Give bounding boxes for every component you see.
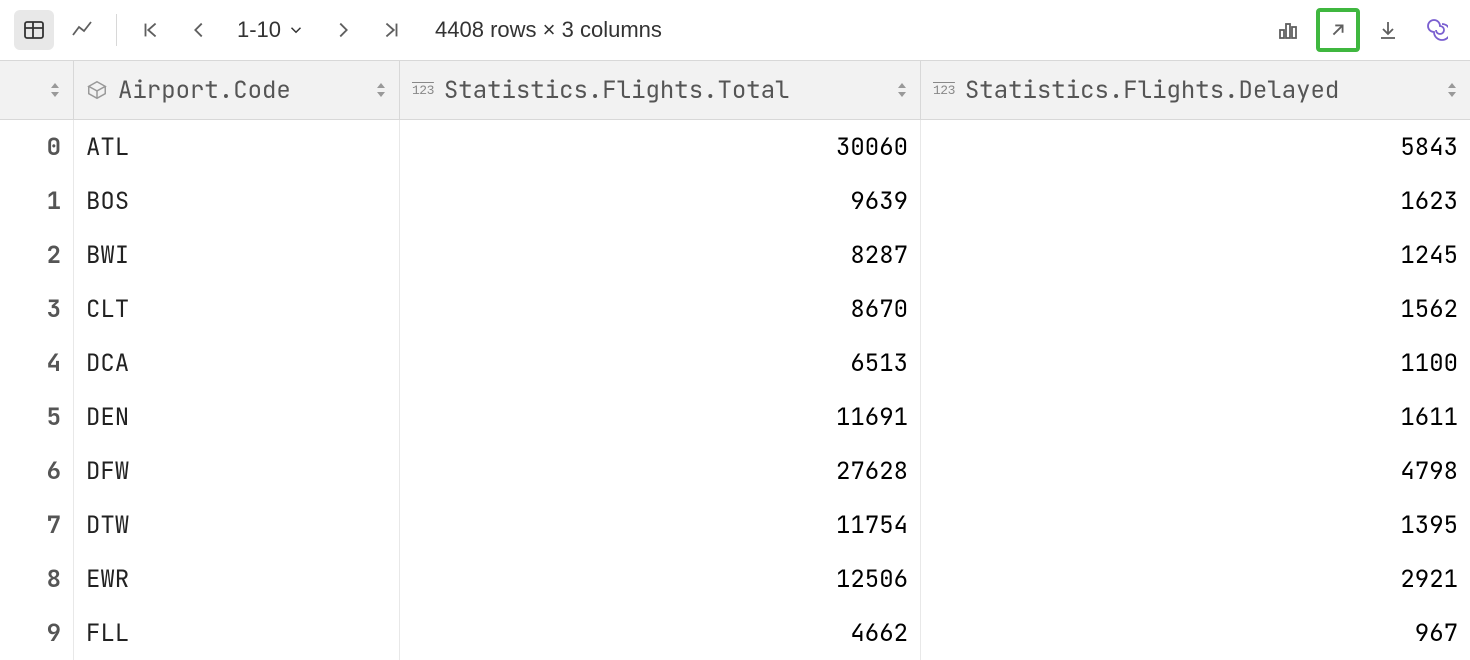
table-view-button[interactable]: [14, 10, 54, 50]
row-index: 1: [0, 174, 74, 228]
prev-page-button[interactable]: [179, 10, 219, 50]
cell-airport-code: BWI: [74, 228, 400, 282]
cell-delayed: 1562: [921, 282, 1470, 336]
table-row[interactable]: 9 FLL 4662 967: [0, 606, 1470, 660]
cell-airport-code: ATL: [74, 120, 400, 174]
line-chart-icon: [70, 18, 94, 42]
open-in-new-button[interactable]: [1322, 14, 1354, 46]
download-icon: [1376, 18, 1400, 42]
column-name: Statistics.Flights.Delayed: [965, 75, 1339, 106]
sort-toggle[interactable]: [49, 81, 61, 99]
cell-airport-code: DTW: [74, 498, 400, 552]
cell-airport-code: CLT: [74, 282, 400, 336]
sort-icon: [375, 81, 387, 99]
cell-total: 11691: [400, 390, 921, 444]
page-range-dropdown[interactable]: 1-10: [227, 17, 315, 43]
page-range-label: 1-10: [237, 17, 281, 43]
cell-airport-code: DFW: [74, 444, 400, 498]
table-row[interactable]: 1 BOS 9639 1623: [0, 174, 1470, 228]
next-page-button[interactable]: [323, 10, 363, 50]
cell-total: 8670: [400, 282, 921, 336]
cell-total: 4662: [400, 606, 921, 660]
cell-airport-code: FLL: [74, 606, 400, 660]
table-row[interactable]: 7 DTW 11754 1395: [0, 498, 1470, 552]
table-header: Airport.Code 123 Statistics.Flights.Tota…: [0, 60, 1470, 120]
sort-icon: [49, 81, 61, 99]
sort-icon: [1446, 81, 1458, 99]
cell-delayed: 1611: [921, 390, 1470, 444]
cell-total: 6513: [400, 336, 921, 390]
cell-airport-code: BOS: [74, 174, 400, 228]
bar-chart-icon: [1276, 18, 1300, 42]
cell-delayed: 967: [921, 606, 1470, 660]
row-index: 5: [0, 390, 74, 444]
number-type-icon: 123: [412, 83, 434, 98]
chart-view-button[interactable]: [62, 10, 102, 50]
last-page-icon: [380, 19, 402, 41]
toolbar-divider: [116, 14, 117, 46]
sort-toggle[interactable]: [1446, 81, 1458, 99]
table-row[interactable]: 3 CLT 8670 1562: [0, 282, 1470, 336]
number-type-icon: 123: [933, 83, 955, 98]
cell-total: 27628: [400, 444, 921, 498]
table-icon: [22, 18, 46, 42]
column-header-index[interactable]: [0, 61, 74, 119]
cell-delayed: 2921: [921, 552, 1470, 606]
cube-icon: [86, 79, 108, 101]
toolbar: 1-10 4408 rows × 3 columns: [0, 0, 1470, 60]
cell-airport-code: EWR: [74, 552, 400, 606]
column-name: Airport.Code: [118, 75, 291, 106]
last-page-button[interactable]: [371, 10, 411, 50]
cell-airport-code: DEN: [74, 390, 400, 444]
row-index: 4: [0, 336, 74, 390]
row-index: 3: [0, 282, 74, 336]
sort-toggle[interactable]: [375, 81, 387, 99]
table-row[interactable]: 6 DFW 27628 4798: [0, 444, 1470, 498]
table-row[interactable]: 8 EWR 12506 2921: [0, 552, 1470, 606]
open-in-new-highlight: [1316, 8, 1360, 52]
row-index: 9: [0, 606, 74, 660]
cell-delayed: 1245: [921, 228, 1470, 282]
cell-total: 9639: [400, 174, 921, 228]
first-page-icon: [140, 19, 162, 41]
cell-total: 12506: [400, 552, 921, 606]
table-row[interactable]: 2 BWI 8287 1245: [0, 228, 1470, 282]
row-index: 7: [0, 498, 74, 552]
column-header-delayed[interactable]: 123 Statistics.Flights.Delayed: [921, 61, 1470, 119]
table-row[interactable]: 5 DEN 11691 1611: [0, 390, 1470, 444]
cell-delayed: 1395: [921, 498, 1470, 552]
cell-total: 30060: [400, 120, 921, 174]
column-header-total[interactable]: 123 Statistics.Flights.Total: [400, 61, 921, 119]
download-button[interactable]: [1368, 10, 1408, 50]
cell-airport-code: DCA: [74, 336, 400, 390]
spiral-icon: [1424, 18, 1448, 42]
cell-delayed: 4798: [921, 444, 1470, 498]
sort-toggle[interactable]: [896, 81, 908, 99]
sort-icon: [896, 81, 908, 99]
row-index: 6: [0, 444, 74, 498]
stats-button[interactable]: [1268, 10, 1308, 50]
status-text: 4408 rows × 3 columns: [419, 17, 662, 43]
row-index: 8: [0, 552, 74, 606]
table-row[interactable]: 4 DCA 6513 1100: [0, 336, 1470, 390]
table-row[interactable]: 0 ATL 30060 5843: [0, 120, 1470, 174]
cell-total: 11754: [400, 498, 921, 552]
column-name: Statistics.Flights.Total: [444, 75, 790, 106]
chevron-right-icon: [332, 19, 354, 41]
chevron-left-icon: [188, 19, 210, 41]
cell-delayed: 5843: [921, 120, 1470, 174]
column-header-airport-code[interactable]: Airport.Code: [74, 61, 400, 119]
row-index: 2: [0, 228, 74, 282]
first-page-button[interactable]: [131, 10, 171, 50]
table-body: 0 ATL 30060 5843 1 BOS 9639 1623 2 BWI 8…: [0, 120, 1470, 660]
chevron-down-icon: [287, 21, 305, 39]
cell-total: 8287: [400, 228, 921, 282]
open-in-new-icon: [1327, 19, 1349, 41]
row-index: 0: [0, 120, 74, 174]
cell-delayed: 1623: [921, 174, 1470, 228]
cell-delayed: 1100: [921, 336, 1470, 390]
ai-button[interactable]: [1416, 10, 1456, 50]
